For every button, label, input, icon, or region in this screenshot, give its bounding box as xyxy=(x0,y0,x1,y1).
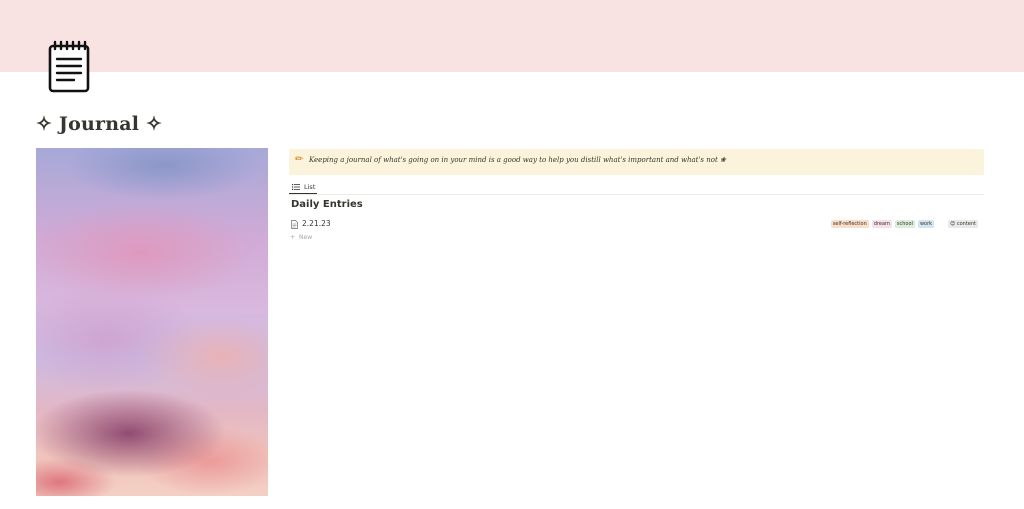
tag-list: self-reflection dream school work 😌 cont… xyxy=(830,220,978,228)
entry-title[interactable]: 2.21.23 xyxy=(302,219,331,228)
callout-text[interactable]: Keeping a journal of what's going on in … xyxy=(309,156,726,164)
status-badge[interactable]: 😌 content xyxy=(948,220,978,228)
document-icon xyxy=(291,220,298,229)
list-item[interactable]: 2.21.23 self-reflection dream school wor… xyxy=(289,217,984,232)
plus-icon: + xyxy=(290,234,296,241)
page-title[interactable]: ✧ Journal ✧ xyxy=(36,113,162,135)
tag-dream[interactable]: dream xyxy=(871,220,892,228)
database-title[interactable]: Daily Entries xyxy=(291,199,363,210)
tab-list-view[interactable]: List xyxy=(289,180,318,194)
new-entry-button[interactable]: + New xyxy=(290,234,312,241)
pink-sky-clouds-image xyxy=(36,148,268,496)
notepad-icon[interactable] xyxy=(46,40,92,94)
page-cover xyxy=(0,0,1024,72)
tab-list-label: List xyxy=(304,183,316,191)
tag-self-reflection[interactable]: self-reflection xyxy=(830,220,869,228)
callout-block[interactable]: ✏ Keeping a journal of what's going on i… xyxy=(289,149,984,175)
new-entry-label: New xyxy=(299,234,313,241)
view-divider xyxy=(289,194,984,195)
tag-work[interactable]: work xyxy=(917,220,935,228)
list-icon xyxy=(292,184,300,190)
tag-school[interactable]: school xyxy=(894,220,915,228)
pencil-icon[interactable]: ✏ xyxy=(295,154,303,165)
